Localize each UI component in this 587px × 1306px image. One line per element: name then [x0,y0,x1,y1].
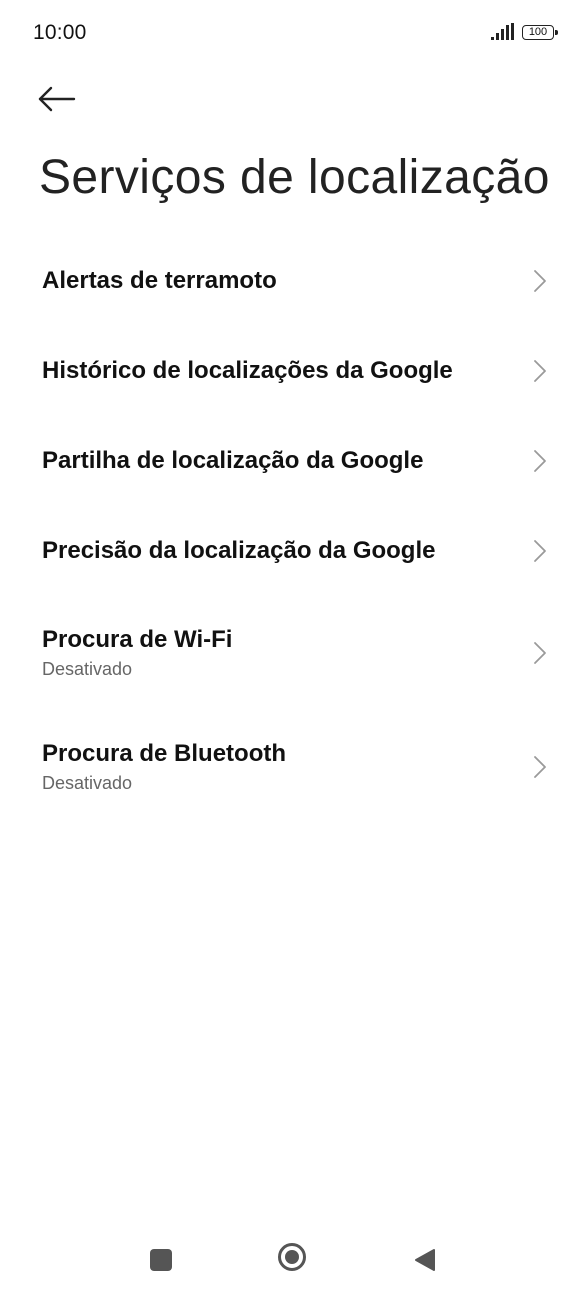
item-text: Partilha de localização da Google [42,416,423,506]
chevron-right-icon [533,641,547,665]
item-title: Procura de Bluetooth [42,740,287,767]
chevron-right-icon [533,755,547,779]
settings-list: Alertas de terramoto Histórico de locali… [0,236,587,824]
chevron-right-icon [533,269,547,293]
status-icons: 100 [490,22,558,42]
recents-square-icon[interactable] [150,1249,172,1271]
settings-item-google-location-accuracy[interactable]: Precisão da localização da Google [0,506,587,596]
item-text: Precisão da localização da Google [42,506,435,596]
settings-item-google-location-sharing[interactable]: Partilha de localização da Google [0,416,587,506]
chevron-right-icon [533,539,547,563]
battery-level: 100 [528,25,548,38]
chevron-right-icon [533,359,547,383]
item-text: Procura de Bluetooth Desativado [42,710,286,824]
home-circle-icon[interactable] [278,1243,306,1271]
item-title: Partilha de localização da Google [42,447,424,474]
settings-item-bluetooth-scanning[interactable]: Procura de Bluetooth Desativado [0,710,587,824]
settings-item-google-location-history[interactable]: Histórico de localizações da Google [0,326,587,416]
signal-bars-icon [490,23,516,41]
item-text: Alertas de terramoto [42,236,277,326]
item-title: Procura de Wi-Fi [42,626,233,653]
item-status: Desativado [42,659,133,679]
status-time: 10:00 [33,21,87,44]
item-title: Precisão da localização da Google [42,537,436,564]
chevron-right-icon [533,449,547,473]
settings-item-wifi-scanning[interactable]: Procura de Wi-Fi Desativado [0,596,587,710]
arrow-left-icon [36,84,76,114]
settings-item-earthquake-alerts[interactable]: Alertas de terramoto [0,236,587,326]
navigation-bar [0,1234,587,1286]
home-dot [285,1250,299,1264]
item-title: Alertas de terramoto [42,267,277,294]
item-text: Histórico de localizações da Google [42,326,453,416]
item-status: Desativado [42,773,133,793]
page-title: Serviços de localização [39,151,550,204]
item-title: Histórico de localizações da Google [42,357,453,384]
status-bar: 10:00 100 [0,0,587,64]
item-text: Procura de Wi-Fi Desativado [42,596,232,710]
battery-icon: 100 [522,24,558,40]
back-button[interactable] [36,79,82,119]
back-triangle-icon[interactable] [414,1248,436,1272]
